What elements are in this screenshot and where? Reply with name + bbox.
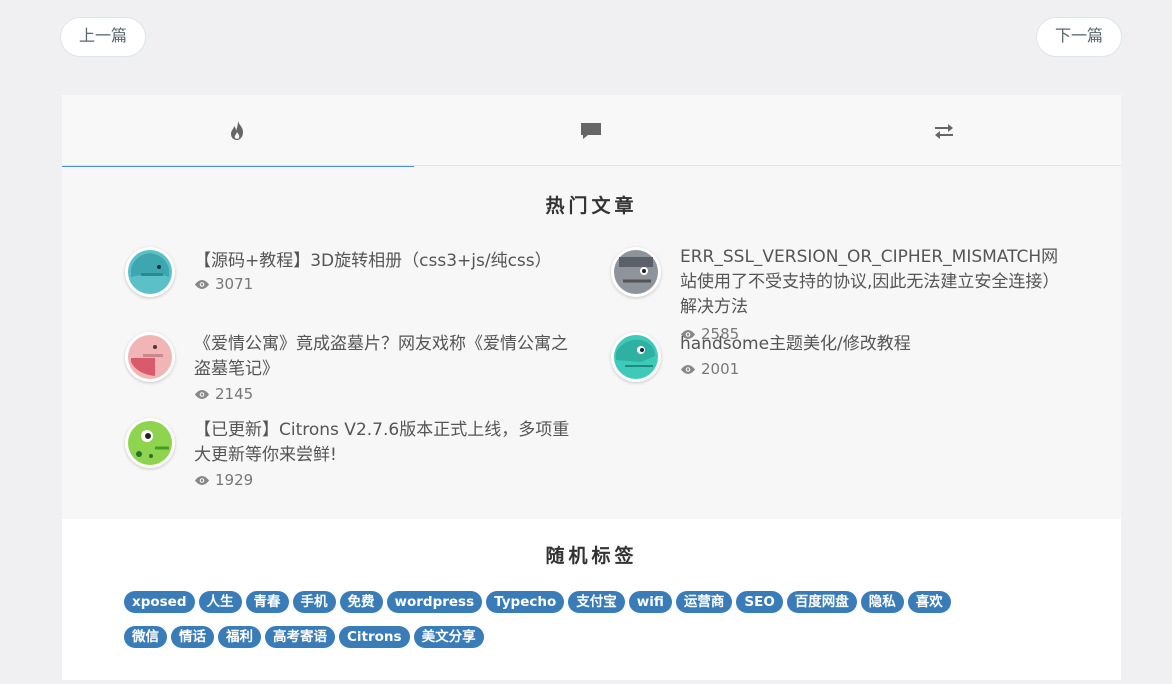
post-avatar xyxy=(125,332,175,382)
comment-icon xyxy=(581,122,601,139)
eye-icon xyxy=(195,475,209,485)
tag-link[interactable]: 美文分享 xyxy=(413,626,484,648)
tag-link[interactable]: 百度网盘 xyxy=(786,591,857,613)
post-avatar xyxy=(125,247,175,297)
post-title[interactable]: 《爱情公寓》竟成盗墓片？网友戏称《爱情公寓之盗墓笔记》 xyxy=(194,332,578,382)
tag-link[interactable]: Typecho xyxy=(486,591,565,613)
post-view-count: 1929 xyxy=(215,471,254,489)
eye-icon xyxy=(681,364,695,374)
next-post-button[interactable]: 下一篇 xyxy=(1035,17,1122,57)
post-title[interactable]: handsome主题美化/修改教程 xyxy=(680,332,1064,357)
tag-link[interactable]: 人生 xyxy=(198,591,242,613)
tab-hot-posts[interactable] xyxy=(62,95,414,167)
hot-post-item[interactable]: handsome主题美化/修改教程 2001 xyxy=(611,332,1071,392)
prev-post-button[interactable]: 上一篇 xyxy=(60,17,147,57)
exchange-icon xyxy=(935,123,953,139)
post-view-count: 3071 xyxy=(215,275,254,293)
post-views: 2001 xyxy=(680,360,739,378)
hot-posts-title: 热门文章 xyxy=(545,195,638,217)
tab-comments[interactable] xyxy=(415,95,767,166)
post-avatar xyxy=(125,418,175,468)
tag-link[interactable]: Citrons xyxy=(339,626,410,648)
hot-post-item[interactable]: 《爱情公寓》竟成盗墓片？网友戏称《爱情公寓之盗墓笔记》 2145 xyxy=(125,332,568,407)
tag-cloud: xposed 人生 青春 手机 免费 wordpress Typecho 支付宝 wifi 运营商… xyxy=(124,591,1024,661)
eye-icon xyxy=(195,389,209,399)
post-avatar xyxy=(611,332,661,382)
post-view-count: 2001 xyxy=(701,360,740,378)
post-views: 1929 xyxy=(194,471,253,489)
tag-link[interactable]: 高考寄语 xyxy=(265,626,335,648)
post-view-count: 2145 xyxy=(215,385,254,403)
tag-link[interactable]: wifi xyxy=(628,591,672,613)
post-title[interactable]: 【源码+教程】3D旋转相册（css3+js/纯css） xyxy=(194,249,574,274)
tag-link[interactable]: SEO xyxy=(736,591,783,613)
tag-link[interactable]: 免费 xyxy=(339,591,383,613)
post-title[interactable]: 【已更新】Citrons V2.7.6版本正式上线，多项重大更新等你来尝鲜! xyxy=(194,418,578,468)
tag-link[interactable]: 福利 xyxy=(218,626,261,648)
random-tags-title: 随机标签 xyxy=(545,545,638,567)
tab-random-posts[interactable] xyxy=(768,95,1120,166)
post-avatar xyxy=(611,247,661,297)
sidebar-panel: 热门文章 【源码+教程】3D旋转相册（css3+js/纯css） 3071 ER… xyxy=(62,95,1121,680)
panel-tabs xyxy=(62,95,1121,167)
tag-link[interactable]: 支付宝 xyxy=(568,591,625,613)
eye-icon xyxy=(195,279,209,289)
fire-icon xyxy=(231,120,243,140)
hot-post-item[interactable]: 【已更新】Citrons V2.7.6版本正式上线，多项重大更新等你来尝鲜! 1… xyxy=(125,418,569,493)
post-title[interactable]: ERR_SSL_VERSION_OR_CIPHER_MISMATCH网站使用了不… xyxy=(680,245,1064,320)
post-views: 2145 xyxy=(194,385,253,403)
tag-link[interactable]: 微信 xyxy=(124,626,167,648)
random-tags-section: 随机标签 xposed 人生 青春 手机 免费 wordpress Typecho 支付宝 wi… xyxy=(62,519,1121,680)
post-views: 3071 xyxy=(194,275,253,293)
tag-link[interactable]: 情话 xyxy=(171,626,214,648)
hot-post-item[interactable]: ERR_SSL_VERSION_OR_CIPHER_MISMATCH网站使用了不… xyxy=(611,245,1071,343)
tag-link[interactable]: 青春 xyxy=(245,591,289,613)
hot-post-item[interactable]: 【源码+教程】3D旋转相册（css3+js/纯css） 3071 xyxy=(125,247,552,307)
tag-link[interactable]: 喜欢 xyxy=(907,591,951,613)
tag-link[interactable]: 隐私 xyxy=(860,591,904,613)
tag-link[interactable]: 运营商 xyxy=(675,591,733,613)
tag-link[interactable]: xposed xyxy=(124,591,195,613)
tag-link[interactable]: wordpress xyxy=(386,591,483,613)
tag-link[interactable]: 手机 xyxy=(292,591,336,613)
